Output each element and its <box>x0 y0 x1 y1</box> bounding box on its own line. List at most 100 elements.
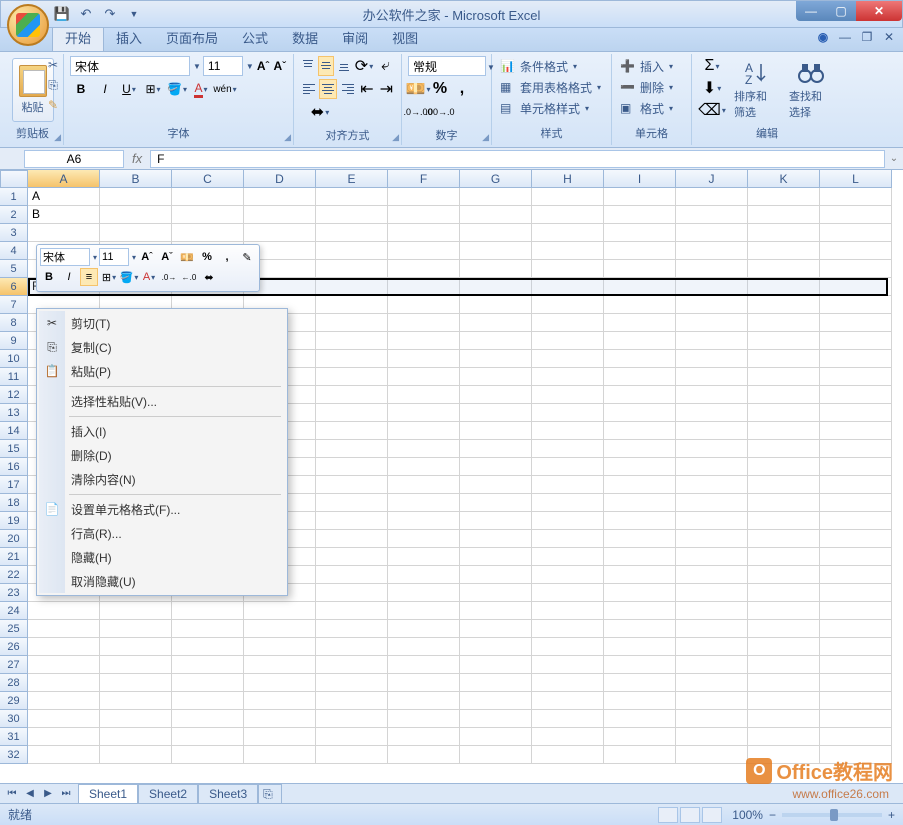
cell[interactable] <box>820 260 892 278</box>
cell[interactable] <box>316 350 388 368</box>
cell[interactable] <box>676 296 748 314</box>
cell[interactable] <box>820 314 892 332</box>
cell[interactable] <box>748 674 820 692</box>
cell[interactable] <box>676 404 748 422</box>
menu-format-cells[interactable]: 📄设置单元格格式(F)... <box>39 497 285 521</box>
cell[interactable] <box>388 404 460 422</box>
cell[interactable] <box>532 494 604 512</box>
cell[interactable] <box>820 584 892 602</box>
cell[interactable] <box>748 260 820 278</box>
cell[interactable] <box>676 692 748 710</box>
conditional-format-button[interactable]: 📊条件格式▾ <box>498 56 605 77</box>
sheet-tab-1[interactable]: Sheet1 <box>78 784 138 803</box>
cell[interactable] <box>748 296 820 314</box>
cell[interactable] <box>460 602 532 620</box>
cell[interactable] <box>604 350 676 368</box>
cell[interactable] <box>388 368 460 386</box>
cell[interactable] <box>820 674 892 692</box>
cell[interactable] <box>532 476 604 494</box>
cell[interactable] <box>460 332 532 350</box>
cell[interactable] <box>28 692 100 710</box>
sheet-nav-next[interactable]: ▶ <box>40 788 56 799</box>
cell[interactable] <box>820 458 892 476</box>
cell[interactable] <box>532 332 604 350</box>
menu-clear[interactable]: 清除内容(N) <box>39 467 285 491</box>
cell[interactable] <box>604 386 676 404</box>
sheet-nav-first[interactable]: ⏮ <box>4 788 20 799</box>
cell[interactable] <box>460 584 532 602</box>
cell[interactable] <box>28 674 100 692</box>
cell[interactable] <box>820 422 892 440</box>
cell[interactable] <box>532 728 604 746</box>
cell[interactable] <box>820 692 892 710</box>
cell[interactable] <box>532 314 604 332</box>
cell[interactable] <box>244 656 316 674</box>
cell[interactable] <box>388 620 460 638</box>
row-header[interactable]: 32 <box>0 746 28 764</box>
italic-button[interactable]: I <box>94 79 116 99</box>
cell[interactable] <box>820 440 892 458</box>
cell[interactable] <box>244 602 316 620</box>
cell[interactable] <box>532 422 604 440</box>
cell[interactable] <box>316 620 388 638</box>
find-select-button[interactable]: 查找和选择 <box>785 56 836 122</box>
decrease-font-icon[interactable]: Aˇ <box>273 56 288 76</box>
font-size-combo[interactable] <box>203 56 243 76</box>
cell[interactable] <box>100 206 172 224</box>
format-as-table-button[interactable]: ▦套用表格格式▾ <box>498 77 605 98</box>
cell[interactable] <box>676 638 748 656</box>
cell[interactable] <box>748 422 820 440</box>
cell[interactable] <box>460 746 532 764</box>
save-icon[interactable]: 💾 <box>53 5 71 23</box>
cell[interactable] <box>820 368 892 386</box>
cell[interactable] <box>604 584 676 602</box>
cell[interactable] <box>532 530 604 548</box>
cell[interactable] <box>460 638 532 656</box>
cell[interactable] <box>388 422 460 440</box>
chevron-down-icon[interactable]: ▼ <box>193 62 201 71</box>
help-icon[interactable]: ◉ <box>815 30 831 44</box>
cell[interactable] <box>316 476 388 494</box>
cell[interactable] <box>676 494 748 512</box>
maximize-button[interactable]: ▢ <box>826 1 856 21</box>
phonetic-button[interactable]: wén▾ <box>214 79 236 99</box>
cell[interactable] <box>460 710 532 728</box>
zoom-slider[interactable] <box>782 813 882 817</box>
doc-minimize-button[interactable]: — <box>837 30 853 44</box>
cell[interactable] <box>100 602 172 620</box>
cell[interactable] <box>532 692 604 710</box>
cell[interactable] <box>460 440 532 458</box>
cell[interactable] <box>316 458 388 476</box>
align-top-icon[interactable] <box>300 56 316 76</box>
column-header[interactable]: I <box>604 170 676 188</box>
formula-input[interactable] <box>150 150 885 168</box>
cell[interactable] <box>676 476 748 494</box>
cell[interactable] <box>676 206 748 224</box>
cell[interactable] <box>748 350 820 368</box>
sheet-tab-2[interactable]: Sheet2 <box>138 784 198 803</box>
close-button[interactable]: ✕ <box>856 1 902 21</box>
cell[interactable] <box>748 530 820 548</box>
column-header[interactable]: K <box>748 170 820 188</box>
cell[interactable] <box>172 638 244 656</box>
cell[interactable] <box>604 260 676 278</box>
row-header[interactable]: 28 <box>0 674 28 692</box>
menu-insert[interactable]: 插入(I) <box>39 419 285 443</box>
cell[interactable] <box>532 260 604 278</box>
cell[interactable] <box>532 674 604 692</box>
row-header[interactable]: 24 <box>0 602 28 620</box>
row-header[interactable]: 4 <box>0 242 28 260</box>
cell[interactable] <box>460 476 532 494</box>
mini-bold-button[interactable]: B <box>40 268 58 286</box>
cell[interactable] <box>748 206 820 224</box>
cell[interactable] <box>244 638 316 656</box>
cell[interactable] <box>748 494 820 512</box>
cell[interactable] <box>100 224 172 242</box>
cell[interactable] <box>604 242 676 260</box>
cell[interactable] <box>604 332 676 350</box>
column-header[interactable]: J <box>676 170 748 188</box>
cell[interactable] <box>388 512 460 530</box>
page-layout-view-button[interactable] <box>680 807 700 823</box>
cell[interactable] <box>244 206 316 224</box>
cell[interactable] <box>604 674 676 692</box>
